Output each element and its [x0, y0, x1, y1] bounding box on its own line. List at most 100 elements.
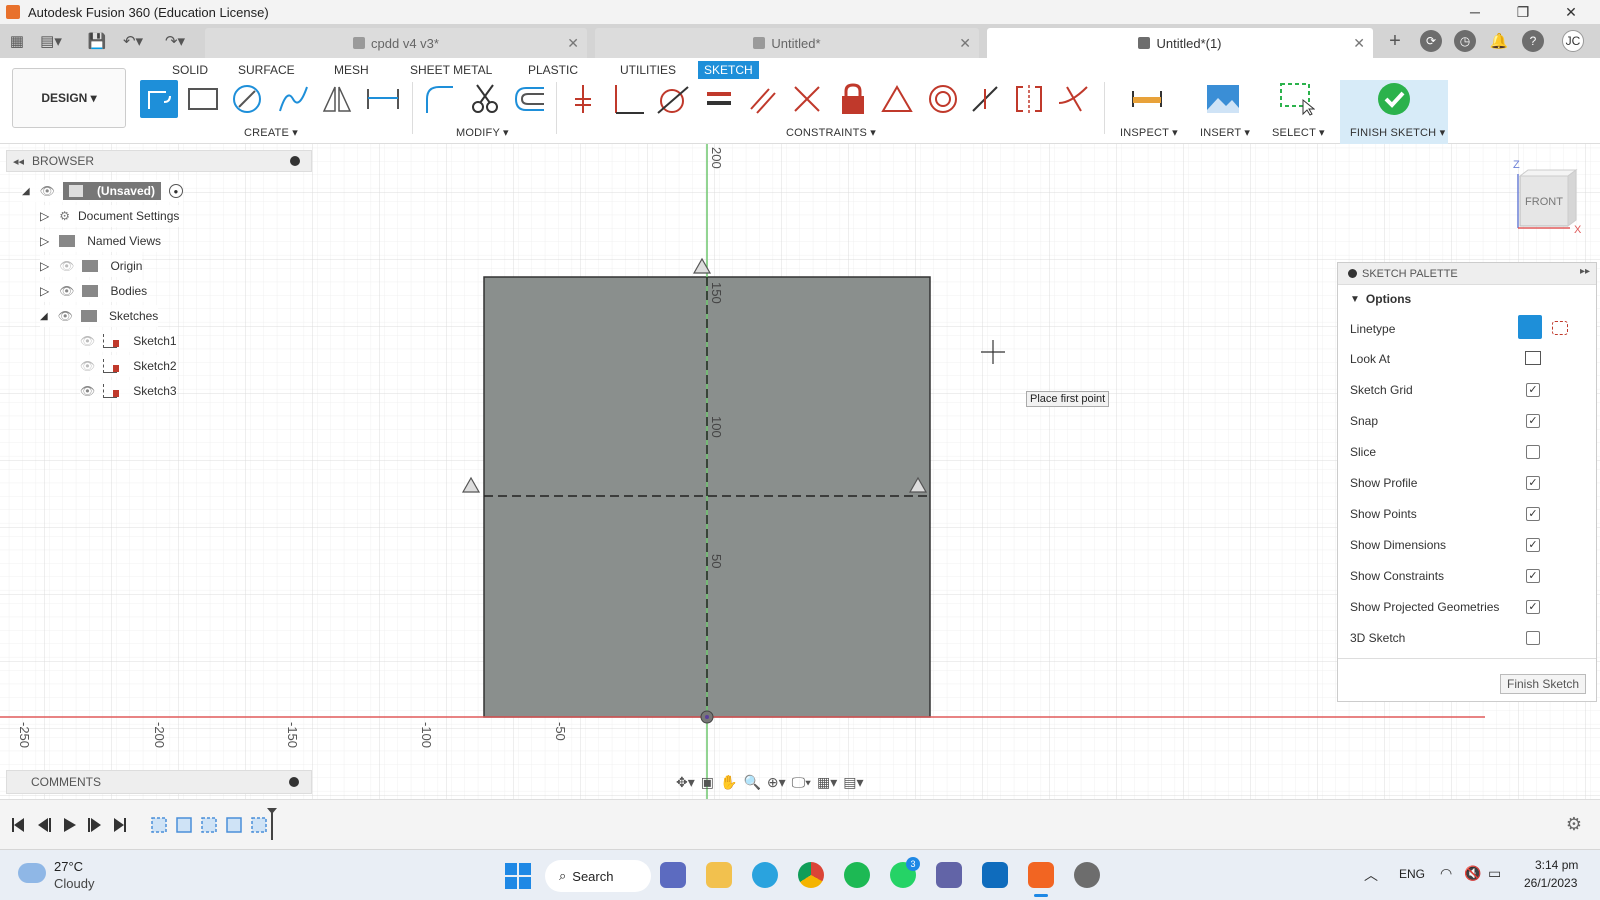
hidden-eye-icon[interactable]: 👁 [59, 259, 74, 273]
expand-triangle-icon[interactable]: ▷ [40, 259, 49, 273]
sketch-grid-checkbox[interactable]: ✓ [1526, 383, 1540, 397]
insert-menu[interactable]: INSERT ▾ [1200, 126, 1250, 139]
curvature-constraint-icon[interactable] [1054, 80, 1092, 118]
sketch-item-sketch1[interactable]: 👁 Sketch1 [80, 330, 177, 352]
symmetry-constraint-icon[interactable] [1010, 80, 1048, 118]
battery-icon[interactable]: ▭ [1488, 865, 1501, 882]
tab-utilities[interactable]: UTILITIES [614, 61, 682, 79]
snap-checkbox[interactable]: ✓ [1526, 414, 1540, 428]
doc-tab-2[interactable]: Untitled*(1) ✕ [987, 28, 1373, 58]
expand-palette-icon[interactable]: ▸▸ [1580, 266, 1590, 277]
help-icon[interactable]: ? [1522, 30, 1544, 52]
create-menu[interactable]: CREATE ▾ [244, 126, 298, 139]
pan-hand-icon[interactable]: ✋ [720, 774, 737, 791]
input-language[interactable]: ENG [1399, 867, 1425, 881]
outlook-icon[interactable] [982, 862, 1008, 888]
show-constraints-checkbox[interactable]: ✓ [1526, 569, 1540, 583]
clock-date[interactable]: 26/1/2023 [1524, 876, 1577, 890]
horizontal-vertical-constraint-icon[interactable] [966, 80, 1004, 118]
browser-header[interactable]: ◂◂ BROWSER [6, 150, 312, 172]
account-avatar[interactable]: JC [1562, 30, 1584, 52]
file-menu-icon[interactable]: ▤▾ [40, 30, 62, 52]
concentric-constraint-icon[interactable] [924, 80, 962, 118]
perpendicular-constraint-icon[interactable] [610, 80, 648, 118]
construction-linetype-icon[interactable] [1552, 321, 1568, 335]
close-tab-icon[interactable]: ✕ [959, 35, 971, 52]
volume-muted-icon[interactable]: 🔇 [1464, 865, 1481, 882]
orbit-icon[interactable]: ✥▾ [676, 774, 695, 791]
collapse-triangle-icon[interactable]: ▼ [1350, 294, 1360, 305]
expand-triangle-icon[interactable]: ▷ [40, 284, 49, 298]
mirror-tool-icon[interactable] [318, 80, 356, 118]
pin-icon[interactable] [290, 156, 300, 166]
redo-icon[interactable]: ↷▾ [164, 30, 186, 52]
zoom-icon[interactable]: 🔍 [743, 774, 760, 791]
doc-tab-1[interactable]: Untitled* ✕ [595, 28, 979, 58]
comments-panel[interactable]: COMMENTS [6, 770, 312, 794]
fix-lock-constraint-icon[interactable] [834, 80, 872, 118]
meet-app-icon[interactable] [660, 862, 686, 888]
measure-tool-icon[interactable] [1128, 80, 1166, 118]
dimension-tool-icon[interactable] [364, 80, 402, 118]
close-tab-icon[interactable]: ✕ [1353, 35, 1365, 52]
look-at-icon[interactable] [1525, 351, 1541, 365]
equal-constraint-icon[interactable] [700, 80, 738, 118]
collapse-panel-icon[interactable]: ◂◂ [13, 155, 24, 168]
weather-desc[interactable]: Cloudy [54, 876, 94, 891]
browser-item-named-views[interactable]: ▷ Named Views [40, 230, 162, 252]
modify-menu[interactable]: MODIFY ▾ [456, 126, 509, 139]
viewports-icon[interactable]: ▤▾ [843, 774, 863, 791]
undo-icon[interactable]: ↶▾ [122, 30, 144, 52]
show-hidden-icons-icon[interactable]: ︿ [1364, 865, 1378, 885]
insert-image-icon[interactable] [1204, 80, 1242, 118]
teams-icon[interactable] [936, 862, 962, 888]
finish-sketch-check-icon[interactable] [1375, 80, 1413, 118]
visibility-eye-icon[interactable]: 👁 [58, 309, 73, 323]
browser-item-bodies[interactable]: ▷ 👁 Bodies [40, 280, 148, 302]
collinear-constraint-icon[interactable] [788, 80, 826, 118]
options-section-header[interactable]: ▼ Options [1350, 289, 1411, 309]
apps-grid-icon[interactable]: ▦ [6, 30, 28, 52]
look-at-icon[interactable]: ▣ [701, 774, 714, 791]
restore-button[interactable]: ❐ [1500, 0, 1546, 24]
browser-item-origin[interactable]: ▷ 👁 Origin [40, 255, 143, 277]
select-window-icon[interactable] [1278, 80, 1316, 118]
select-menu[interactable]: SELECT ▾ [1272, 126, 1325, 139]
clock-time[interactable]: 3:14 pm [1535, 858, 1578, 872]
tab-surface[interactable]: SURFACE [232, 61, 301, 79]
extensions-icon[interactable]: ⟳ [1420, 30, 1442, 52]
tab-plastic[interactable]: PLASTIC [522, 61, 584, 79]
fit-icon[interactable]: ⊕▾ [767, 774, 786, 791]
offset-tool-icon[interactable] [510, 80, 548, 118]
midpoint-constraint-icon[interactable] [878, 80, 916, 118]
visibility-eye-icon[interactable]: 👁 [40, 184, 55, 198]
show-dimensions-checkbox[interactable]: ✓ [1526, 538, 1540, 552]
grid-settings-icon[interactable]: ▦▾ [817, 774, 837, 791]
expand-triangle-icon[interactable]: ▷ [40, 234, 49, 248]
job-status-icon[interactable]: ◷ [1454, 30, 1476, 52]
telegram-icon[interactable] [752, 862, 778, 888]
trim-tool-icon[interactable] [466, 80, 504, 118]
active-radio-icon[interactable]: ● [168, 184, 183, 198]
tab-solid[interactable]: SOLID [166, 61, 214, 79]
taskbar-search[interactable]: ⌕ Search [545, 860, 651, 892]
tab-sheet-metal[interactable]: SHEET METAL [404, 61, 498, 79]
close-tab-icon[interactable]: ✕ [567, 35, 579, 52]
visibility-eye-icon[interactable]: 👁 [80, 384, 95, 398]
browser-item-sketches[interactable]: ◢ 👁 Sketches [40, 305, 159, 327]
tab-sketch[interactable]: SKETCH [698, 61, 759, 79]
visibility-eye-icon[interactable]: 👁 [59, 284, 74, 298]
save-icon[interactable]: 💾 [86, 30, 108, 52]
3d-sketch-checkbox[interactable] [1526, 631, 1540, 645]
fusion360-taskbar-icon[interactable] [1028, 862, 1054, 888]
close-button[interactable]: ✕ [1548, 0, 1594, 24]
hidden-eye-icon[interactable]: 👁 [80, 359, 95, 373]
slice-checkbox[interactable] [1526, 445, 1540, 459]
file-explorer-icon[interactable] [706, 862, 732, 888]
fillet-tool-icon[interactable] [420, 80, 458, 118]
weather-temp[interactable]: 27°C [54, 859, 83, 874]
sketch-item-sketch3[interactable]: 👁 Sketch3 [80, 380, 177, 402]
timeline-settings-gear-icon[interactable]: ⚙ [1566, 814, 1582, 835]
settings-gear-icon[interactable] [1074, 862, 1100, 888]
doc-tab-0[interactable]: cpdd v4 v3* ✕ [205, 28, 587, 58]
